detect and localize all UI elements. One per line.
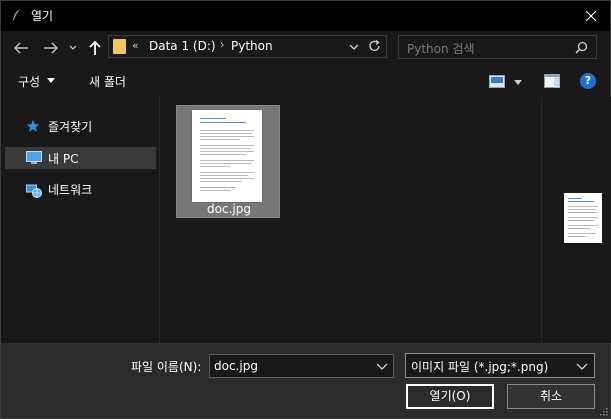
resize-grip-icon[interactable] [598,406,608,416]
filename-label: 파일 이름(N): [131,360,202,374]
file-type-select[interactable]: 이미지 파일 (*.jpg;*.png) [405,353,595,378]
title-bar: 열기 [1,1,610,31]
sidebar-item-this-pc[interactable]: 내 PC [5,147,156,169]
chevron-down-icon[interactable] [349,40,359,54]
network-icon [26,184,42,198]
dialog-footer: 파일 이름(N): doc.jpg 이미지 파일 (*.jpg;*.png) 열… [1,343,610,418]
help-icon[interactable]: ? [580,73,596,89]
filename-combobox[interactable]: doc.jpg [209,354,394,378]
breadcrumb-folder[interactable]: Python [231,39,273,53]
chevron-down-icon[interactable] [376,360,388,372]
window-title: 열기 [31,9,54,23]
sidebar-item-label: 네트워크 [48,183,93,197]
sidebar-item-network[interactable]: 네트워크 [5,178,156,200]
star-icon [26,120,40,132]
preview-pane [541,97,611,343]
file-name: doc.jpg [207,202,251,216]
file-thumbnail [192,110,262,202]
search-box[interactable]: Python 검색 [398,35,597,59]
file-list: doc.jpg [160,97,540,343]
preview-image [564,193,602,243]
pc-icon [26,151,42,164]
recent-locations-button[interactable] [67,38,79,58]
arrow-up-icon [89,40,101,55]
back-button[interactable] [11,38,31,58]
view-options-icon[interactable] [489,75,505,88]
caret-down-icon[interactable] [514,80,522,85]
cancel-button[interactable]: 취소 [507,384,595,409]
breadcrumb-separator[interactable]: › [220,38,224,51]
new-folder-button[interactable]: 새 폴더 [89,73,126,90]
forward-button[interactable] [41,38,61,58]
feather-icon [13,9,20,20]
caret-down-icon[interactable] [47,78,55,83]
sidebar-item-label: 내 PC [48,152,79,166]
close-icon [585,10,597,22]
close-button[interactable] [572,1,610,31]
refresh-icon[interactable] [368,39,382,53]
navigation-pane: 즐겨찾기 내 PC 네트워크 [1,97,160,343]
file-item[interactable]: doc.jpg [176,105,280,218]
file-type-value: 이미지 파일 (*.jpg;*.png) [411,360,549,374]
breadcrumb-drive[interactable]: Data 1 (D:) [149,39,216,53]
sidebar-item-label: 즐겨찾기 [48,120,93,134]
arrow-left-icon [13,42,28,54]
overflow-chevron[interactable]: « [132,39,139,52]
organize-menu-button[interactable]: 구성 [18,73,40,90]
search-icon [575,41,588,54]
open-file-dialog: 열기 « Data 1 (D:) › Python Python 검색 구성 새… [0,0,611,419]
folder-icon [113,39,126,54]
filename-input[interactable]: doc.jpg [214,359,258,373]
preview-pane-icon[interactable] [544,74,560,88]
up-button[interactable] [86,38,104,58]
toolbar: 구성 새 폴더 ? [1,65,610,97]
open-button[interactable]: 열기(O) [406,384,494,409]
chevron-down-icon [69,45,77,50]
search-input[interactable]: Python 검색 [407,40,475,57]
address-bar[interactable]: « Data 1 (D:) › Python [108,35,387,58]
sidebar-item-quick-access[interactable]: 즐겨찾기 [5,115,156,137]
chevron-down-icon [576,363,588,370]
arrow-right-icon [44,42,59,54]
